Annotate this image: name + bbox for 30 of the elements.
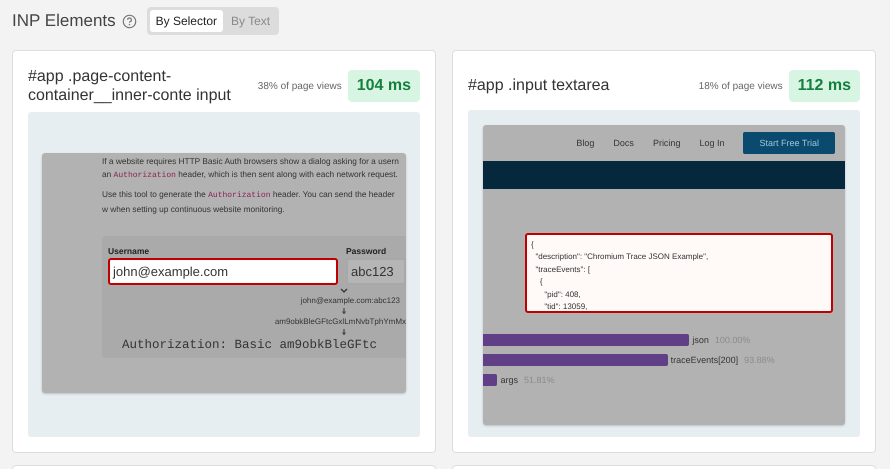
nav-link[interactable]: Docs bbox=[613, 138, 634, 148]
down-arrow-icon bbox=[342, 308, 346, 314]
selector-text: #app .page-content-container__inner-conte input bbox=[28, 66, 232, 106]
input-field[interactable]: abc123 bbox=[346, 258, 406, 284]
chevron-icon bbox=[340, 288, 348, 292]
nav-link[interactable]: Blog bbox=[576, 138, 594, 148]
encoded-text: am9obkBleGFtcGxlLmNvbTphYmMx bbox=[274, 316, 406, 326]
selector-text: #app .input textarea bbox=[468, 76, 610, 96]
paragraph: Use this tool to generate the Authorization header. You can send the header w when setting up continuous website monitoring. bbox=[102, 188, 396, 216]
toggle-tab[interactable]: By Selector bbox=[150, 10, 223, 32]
page-view-share: 38% of page views bbox=[258, 80, 342, 92]
field-label: Username bbox=[108, 246, 150, 256]
inp-value: 112 ms bbox=[788, 70, 860, 102]
encoded-text: john@example.com:abc123 bbox=[300, 296, 400, 304]
bar-label: args bbox=[500, 375, 518, 385]
nav-link[interactable]: Log In bbox=[699, 138, 724, 148]
inp-value: 104 ms bbox=[348, 70, 420, 102]
bar-label: traceEvents[200] bbox=[670, 355, 738, 365]
section-title: INP Elements bbox=[12, 11, 116, 31]
page-view-share: 18% of page views bbox=[698, 80, 783, 92]
trial-button[interactable]: Start Free Trial bbox=[743, 132, 835, 154]
nav-link[interactable]: Pricing bbox=[652, 138, 680, 148]
input-field[interactable]: john@example.com bbox=[108, 258, 338, 284]
bar-label: json bbox=[692, 335, 709, 345]
down-arrow-icon bbox=[342, 328, 346, 334]
paragraph: If a website requires HTTP Basic Auth browsers show a dialog asking for a usern an Authorization header, which is then sent along with each network request. bbox=[102, 155, 400, 182]
help-icon[interactable] bbox=[122, 14, 137, 28]
json-textarea[interactable]: { "description": "Chromium Trace JSON Example", "traceEvents": [ { "pid": 408, "tid": 13059, bbox=[525, 233, 833, 313]
auth-header-text: Authorization: Basic am9obkBleGFtc bbox=[122, 338, 378, 352]
field-label: Password bbox=[346, 246, 388, 256]
